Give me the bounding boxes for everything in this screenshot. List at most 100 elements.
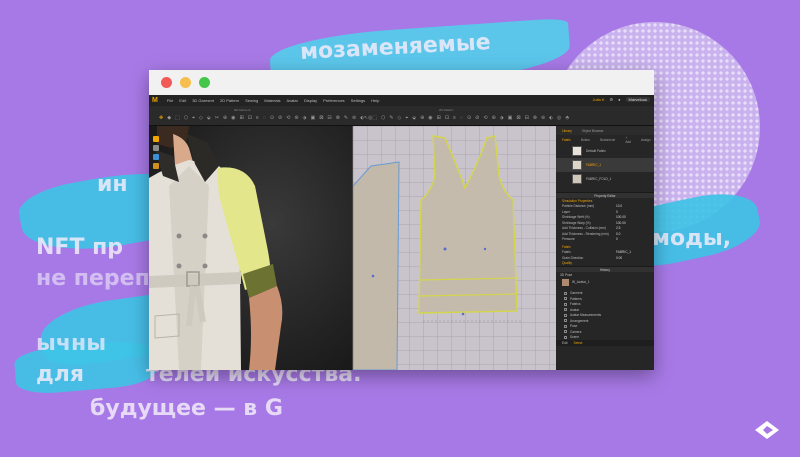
- visibility-checkbox[interactable]: [564, 313, 567, 317]
- tool-3d-icon[interactable]: ⌖: [192, 115, 195, 121]
- tool-3d-icon[interactable]: ◉: [231, 115, 235, 121]
- tab-object-browser[interactable]: Object Browser: [582, 129, 604, 133]
- tool-3d-icon[interactable]: ⟲: [286, 115, 290, 121]
- user-name[interactable]: Julia K: [593, 97, 605, 102]
- tool-3d-icon[interactable]: ⊠: [319, 115, 323, 121]
- menu-item-preferences[interactable]: Preferences: [323, 98, 345, 103]
- tool-3d-icon[interactable]: ⬡: [184, 115, 188, 121]
- tool-2d-icon[interactable]: ◇: [398, 115, 402, 121]
- property-value[interactable]: 10.0: [616, 204, 622, 208]
- tool-2d-icon[interactable]: ≡: [453, 115, 456, 121]
- edit-button[interactable]: Edit: [562, 341, 568, 345]
- add-fabric-button[interactable]: + Add: [625, 136, 631, 144]
- tool-3d-icon[interactable]: ⊛: [294, 115, 298, 121]
- menu-item-2d-pattern[interactable]: 2D Pattern: [220, 98, 239, 103]
- visibility-checkbox[interactable]: [564, 291, 567, 295]
- avatar-name[interactable]: W_Avatar_1: [572, 280, 589, 284]
- tool-2d-icon[interactable]: ⬚: [372, 115, 377, 121]
- tool-2d-icon[interactable]: ◎: [557, 115, 561, 121]
- visibility-checkbox[interactable]: [564, 297, 567, 301]
- tool-3d-icon[interactable]: ◌: [263, 115, 266, 121]
- menu-item-settings[interactable]: Settings: [351, 98, 365, 103]
- property-value[interactable]: 0: [616, 210, 618, 214]
- fabric-list-item[interactable]: FABRIC_1: [556, 158, 654, 172]
- tool-2d-icon[interactable]: ⊚: [541, 115, 545, 121]
- tab-button[interactable]: Button: [581, 138, 590, 142]
- tool-3d-icon[interactable]: ◆: [167, 115, 171, 121]
- tool-2d-icon[interactable]: ✎: [389, 115, 393, 121]
- tool-2d-icon[interactable]: ⬗: [500, 115, 504, 121]
- tool-3d-icon[interactable]: ⬙: [207, 115, 211, 121]
- tool-2d-icon[interactable]: ⬙: [412, 115, 416, 121]
- tool-2d-icon[interactable]: ◉: [428, 115, 432, 121]
- display-icon[interactable]: [153, 154, 159, 160]
- tool-2d-icon[interactable]: ◌: [460, 115, 463, 121]
- fabric-list-item[interactable]: FABRIC_FOLD_1: [556, 172, 654, 186]
- account-badge[interactable]: Marvelous: [625, 97, 650, 102]
- tool-3d-icon[interactable]: ⊘: [278, 115, 282, 121]
- tool-3d-icon[interactable]: ⬗: [303, 115, 307, 121]
- tool-3d-icon[interactable]: ⊕: [223, 115, 227, 121]
- menu-item-sewing[interactable]: Sewing: [245, 98, 258, 103]
- menu-item-edit[interactable]: Edit: [179, 98, 186, 103]
- select-button[interactable]: Select: [574, 341, 583, 345]
- menu-item-display[interactable]: Display: [304, 98, 317, 103]
- menu-item-help[interactable]: Help: [371, 98, 379, 103]
- tab-fabric[interactable]: Fabric: [562, 138, 571, 142]
- tool-2d-icon[interactable]: ⊗: [533, 115, 537, 121]
- visibility-checkbox[interactable]: [564, 330, 567, 334]
- camera-icon[interactable]: [153, 145, 159, 151]
- menu-item-avatar[interactable]: Avatar: [286, 98, 298, 103]
- tool-2d-icon[interactable]: ⊘: [475, 115, 479, 121]
- tool-3d-icon[interactable]: ✥: [159, 115, 163, 121]
- tool-3d-icon[interactable]: ≡: [256, 115, 259, 121]
- tool-2d-icon[interactable]: ⬘: [565, 115, 569, 121]
- maximize-window-button[interactable]: [199, 77, 210, 88]
- tool-3d-icon[interactable]: ⊙: [270, 115, 274, 121]
- tool-3d-icon[interactable]: ✂: [215, 115, 219, 121]
- fabric-list-item[interactable]: Default Fabric: [556, 144, 654, 158]
- property-value[interactable]: 0.0: [616, 232, 620, 236]
- user-icon[interactable]: ●: [618, 97, 620, 102]
- tool-2d-icon[interactable]: ⊛: [492, 115, 496, 121]
- tool-2d-icon[interactable]: ⊟: [525, 115, 529, 121]
- tool-2d-icon[interactable]: ⬡: [381, 115, 385, 121]
- tool-3d-icon[interactable]: ⊞: [240, 115, 244, 121]
- view-icon[interactable]: [153, 136, 159, 142]
- menu-item-materials[interactable]: Materials: [264, 98, 280, 103]
- visibility-checkbox[interactable]: [564, 319, 567, 323]
- visibility-checkbox[interactable]: [564, 302, 567, 306]
- tool-2d-icon[interactable]: ⊠: [516, 115, 520, 121]
- gear-icon[interactable]: ⚙: [610, 97, 614, 102]
- tool-3d-icon[interactable]: ⊟: [327, 115, 331, 121]
- visibility-checkbox[interactable]: [564, 335, 567, 339]
- tool-3d-icon[interactable]: ⊚: [352, 115, 356, 121]
- 2d-pattern-view[interactable]: [353, 126, 556, 370]
- tool-3d-icon[interactable]: ✎: [344, 115, 348, 121]
- tool-2d-icon[interactable]: ▣: [508, 115, 513, 121]
- tab-library[interactable]: Library: [562, 129, 572, 133]
- assign-fabric-button[interactable]: Assign: [641, 138, 651, 142]
- tool-2d-icon[interactable]: ⊞: [437, 115, 441, 121]
- tool-3d-icon[interactable]: ⬚: [175, 115, 180, 121]
- tab-buttonhole[interactable]: Buttonhole: [600, 138, 615, 142]
- tool-2d-icon[interactable]: ⌖: [405, 115, 408, 121]
- tool-2d-icon[interactable]: ⊕: [420, 115, 424, 121]
- tool-2d-icon[interactable]: ↖: [364, 115, 368, 121]
- avatar-icon[interactable]: [153, 163, 159, 169]
- tool-2d-icon[interactable]: ⊙: [467, 115, 471, 121]
- tool-2d-icon[interactable]: ⬖: [549, 115, 553, 121]
- tool-2d-icon[interactable]: ⊡: [445, 115, 449, 121]
- property-value[interactable]: 0: [616, 237, 618, 241]
- tool-3d-icon[interactable]: ▣: [310, 115, 315, 121]
- visibility-checkbox[interactable]: [564, 308, 567, 312]
- property-value[interactable]: 100.00: [616, 215, 626, 219]
- close-window-button[interactable]: [161, 77, 172, 88]
- 3d-garment-view[interactable]: [149, 126, 353, 370]
- tool-2d-icon[interactable]: ⟲: [483, 115, 487, 121]
- property-value[interactable]: 2.5: [616, 226, 620, 230]
- menu-item-3d-garment[interactable]: 3D Garment: [192, 98, 214, 103]
- tool-3d-icon[interactable]: ⊡: [248, 115, 252, 121]
- property-value[interactable]: 100.00: [616, 221, 626, 225]
- tool-3d-icon[interactable]: ◇: [199, 115, 203, 121]
